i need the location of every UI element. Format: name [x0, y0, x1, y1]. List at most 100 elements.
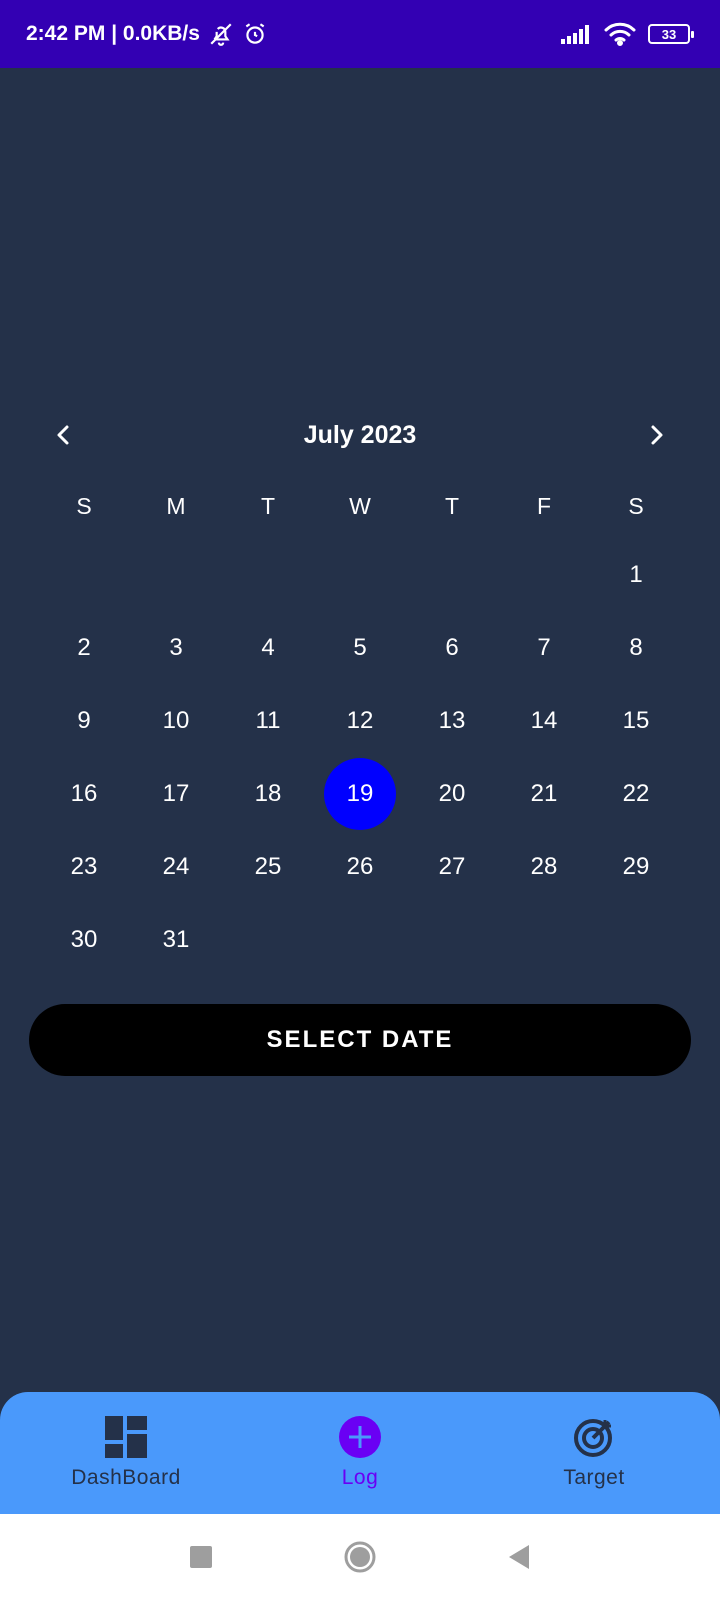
- day-number: 25: [254, 852, 282, 880]
- day-number: 9: [77, 706, 91, 734]
- day-cell[interactable]: 26: [314, 830, 406, 903]
- weekday-sunday: S: [76, 492, 92, 519]
- month-title: July 2023: [303, 420, 417, 449]
- day-number: 3: [169, 633, 183, 661]
- day-number: 1: [629, 560, 643, 588]
- chevron-right-icon: [651, 425, 663, 445]
- battery-icon: 33: [648, 24, 694, 44]
- day-grid: 1 2 3 4 5 6 7 8 9 10 11 12 13 14 15 16 1…: [38, 538, 682, 976]
- status-bar: 2:42 PM | 0.0KB/s 33: [0, 0, 720, 68]
- empty-day-cell: [38, 538, 130, 611]
- day-number: 14: [530, 706, 558, 734]
- day-cell[interactable]: 10: [130, 684, 222, 757]
- day-number: 7: [537, 633, 551, 661]
- day-number: 27: [438, 852, 466, 880]
- dashboard-icon: [105, 1416, 147, 1458]
- weekday-saturday: S: [628, 492, 644, 519]
- notifications-off-icon: [208, 21, 234, 47]
- empty-day-cell: [130, 538, 222, 611]
- day-cell[interactable]: 20: [406, 757, 498, 830]
- day-cell[interactable]: 2: [38, 611, 130, 684]
- weekday-header-row: S M T W T F S: [38, 480, 682, 532]
- day-cell[interactable]: 29: [590, 830, 682, 903]
- day-cell[interactable]: 17: [130, 757, 222, 830]
- day-number: 30: [70, 925, 98, 953]
- day-number: 31: [162, 925, 190, 953]
- day-number: 16: [70, 779, 98, 807]
- nav-item-dashboard[interactable]: DashBoard: [60, 1392, 192, 1514]
- nav-label-target: Target: [563, 1466, 625, 1489]
- alarm-icon: [242, 21, 268, 47]
- day-cell[interactable]: 3: [130, 611, 222, 684]
- day-number: 10: [162, 706, 190, 734]
- empty-day-cell: [406, 538, 498, 611]
- system-navigation-bar: [0, 1514, 720, 1600]
- nav-item-log[interactable]: Log: [294, 1392, 426, 1514]
- day-number: 18: [254, 779, 282, 807]
- previous-month-button[interactable]: [38, 409, 90, 461]
- weekday-wednesday: W: [349, 492, 371, 519]
- day-number: 8: [629, 633, 643, 661]
- day-cell[interactable]: 13: [406, 684, 498, 757]
- day-cell[interactable]: 5: [314, 611, 406, 684]
- day-cell[interactable]: 25: [222, 830, 314, 903]
- battery-level: 33: [661, 26, 677, 42]
- selected-day-number: 19: [324, 757, 396, 830]
- day-number: 22: [622, 779, 650, 807]
- select-date-button[interactable]: SELECT DATE: [29, 1004, 691, 1076]
- bottom-navigation: DashBoard Log Target: [0, 1392, 720, 1514]
- day-number: 17: [162, 779, 190, 807]
- day-number: 20: [438, 779, 466, 807]
- target-icon: [574, 1419, 612, 1457]
- day-cell[interactable]: 18: [222, 757, 314, 830]
- day-cell[interactable]: 28: [498, 830, 590, 903]
- day-cell[interactable]: 11: [222, 684, 314, 757]
- day-cell[interactable]: 8: [590, 611, 682, 684]
- back-button[interactable]: [507, 1544, 531, 1570]
- day-cell[interactable]: 14: [498, 684, 590, 757]
- day-cell[interactable]: 27: [406, 830, 498, 903]
- day-number: 29: [622, 852, 650, 880]
- day-cell[interactable]: 15: [590, 684, 682, 757]
- signal-icon: [560, 23, 592, 45]
- day-cell[interactable]: 16: [38, 757, 130, 830]
- day-number: 12: [346, 706, 374, 734]
- day-cell[interactable]: 31: [130, 903, 222, 976]
- next-month-button[interactable]: [630, 409, 682, 461]
- day-cell[interactable]: 9: [38, 684, 130, 757]
- day-number: 23: [70, 852, 98, 880]
- day-number: 26: [346, 852, 374, 880]
- day-cell[interactable]: 4: [222, 611, 314, 684]
- day-cell[interactable]: 21: [498, 757, 590, 830]
- day-cell[interactable]: 7: [498, 611, 590, 684]
- selected-day-cell[interactable]: 19: [314, 757, 406, 830]
- day-cell[interactable]: 24: [130, 830, 222, 903]
- day-cell[interactable]: 6: [406, 611, 498, 684]
- home-button[interactable]: [343, 1540, 377, 1574]
- day-cell[interactable]: 12: [314, 684, 406, 757]
- status-left: 2:42 PM | 0.0KB/s: [26, 21, 268, 47]
- empty-day-cell: [498, 538, 590, 611]
- empty-day-cell: [222, 538, 314, 611]
- day-number: 2: [77, 633, 91, 661]
- wifi-icon: [604, 22, 636, 46]
- status-time-network: 2:42 PM | 0.0KB/s: [26, 22, 200, 45]
- day-number: 5: [353, 633, 367, 661]
- nav-item-target[interactable]: Target: [528, 1392, 660, 1514]
- day-number: 11: [255, 706, 281, 734]
- recents-square-icon: [190, 1546, 212, 1568]
- chevron-left-icon: [57, 425, 69, 445]
- day-number: 24: [162, 852, 190, 880]
- day-cell[interactable]: 22: [590, 757, 682, 830]
- day-number: 28: [530, 852, 558, 880]
- day-cell[interactable]: 30: [38, 903, 130, 976]
- day-cell[interactable]: 23: [38, 830, 130, 903]
- day-cell[interactable]: 1: [590, 538, 682, 611]
- calendar: July 2023 S M T W T F S 1 2 3 4 5 6 7 8 …: [38, 400, 682, 976]
- recents-button[interactable]: [189, 1545, 213, 1569]
- weekday-friday: F: [536, 492, 552, 519]
- empty-day-cell: [314, 538, 406, 611]
- home-circle-icon: [344, 1541, 376, 1573]
- nav-label-log: Log: [341, 1466, 379, 1489]
- day-number: 15: [622, 706, 650, 734]
